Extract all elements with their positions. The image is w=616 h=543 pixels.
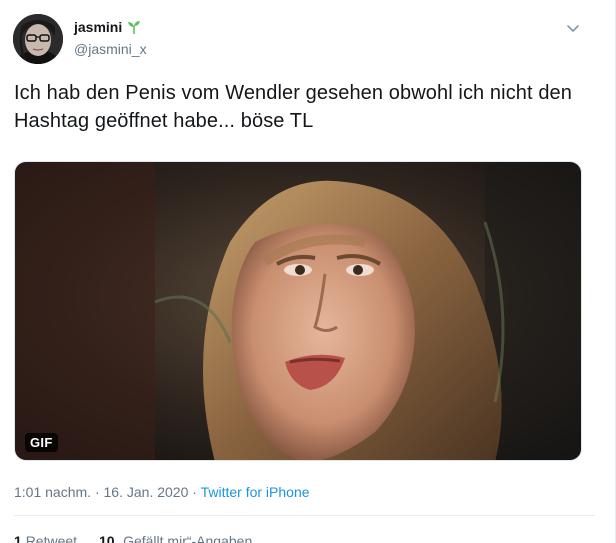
retweets-count: 1 [14,533,22,543]
likes-stat[interactable]: 10 „Gefällt mir“-Angaben [99,533,252,543]
tweet-meta: 1:01 nachm. · 16. Jan. 2020 · Twitter fo… [14,484,310,500]
gif-badge: GIF [25,433,58,452]
tweet-source-link[interactable]: Twitter for iPhone [201,484,310,500]
tweet-date[interactable]: 16. Jan. 2020 [104,484,189,500]
tweet-time[interactable]: 1:01 nachm. [14,484,91,500]
retweets-stat[interactable]: 1 Retweet [14,533,77,543]
tweet-card: jasmini @jasmini_x Ich hab den Penis vom… [0,0,616,543]
name-row: jasmini [74,19,142,35]
gif-media[interactable]: GIF [14,161,582,461]
likes-count: 10 [98,533,115,543]
likes-label: „Gefällt mir“-Angaben [118,533,253,543]
tweet-stats: 1 Retweet 10 „Gefällt mir“-Angaben [14,533,270,543]
meta-separator: · [91,484,104,500]
display-name[interactable]: jasmini [74,19,122,35]
sprout-icon [126,19,142,35]
gif-frame-image [15,162,581,460]
meta-separator: · [188,484,201,500]
tweet-text: Ich hab den Penis vom Wendler gesehen ob… [14,82,573,132]
avatar[interactable] [13,14,63,64]
retweets-label: Retweet [25,533,78,543]
user-handle[interactable]: @jasmini_x [74,41,147,57]
chevron-down-icon[interactable] [565,22,581,34]
divider [14,515,595,516]
